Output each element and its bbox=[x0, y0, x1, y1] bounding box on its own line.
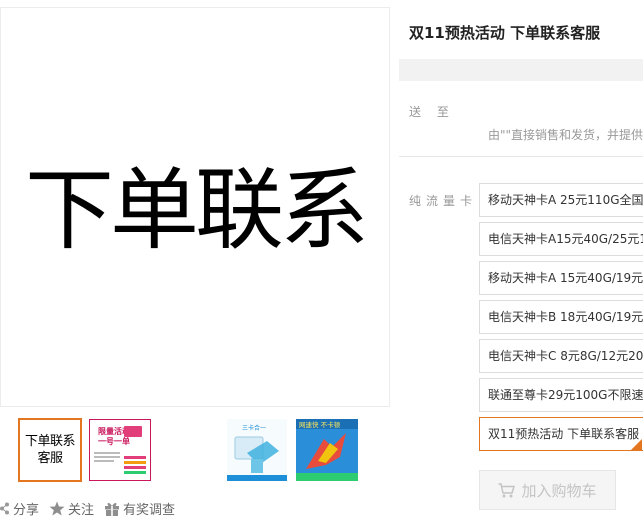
promo-bar bbox=[399, 59, 643, 81]
follow-action[interactable]: 关注 bbox=[49, 499, 94, 518]
option-item[interactable]: 电信天神卡C 8元8G/12元20G bbox=[479, 339, 643, 373]
thumbnail-1-line1: 下单联系 bbox=[24, 434, 76, 449]
thumbnail-3-title: 三卡合一 bbox=[242, 424, 266, 432]
divider bbox=[399, 156, 643, 157]
thumbnail-1[interactable]: 下单联系 客服 bbox=[18, 418, 82, 482]
star-icon bbox=[49, 501, 65, 515]
thumbnail-2-graphic: 限量活动 一号一单 bbox=[90, 420, 150, 480]
thumbnail-3-graphic: 三卡合一 bbox=[227, 419, 287, 481]
selected-corner-mark bbox=[630, 439, 642, 450]
add-to-cart-label: 加入购物车 bbox=[521, 481, 597, 500]
cart-icon bbox=[498, 482, 516, 497]
add-to-cart-button[interactable]: 加入购物车 bbox=[479, 470, 616, 510]
thumbnail-1-line2: 客服 bbox=[37, 451, 63, 466]
share-action[interactable]: 分享 bbox=[0, 499, 39, 518]
product-actions: 分享 关注 有奖调查 bbox=[0, 499, 185, 518]
option-item[interactable]: 移动天神卡A 25元110G全国流 bbox=[479, 183, 643, 217]
option-item[interactable]: 电信天神卡A15元40G/25元11 bbox=[479, 222, 643, 256]
share-icon bbox=[0, 502, 9, 514]
option-item[interactable]: 联通至尊卡29元100G不限速+ bbox=[479, 378, 643, 412]
ship-to-label: 送 至 bbox=[409, 105, 455, 119]
main-product-image: 下单联系 bbox=[0, 7, 390, 407]
thumbnail-2-title2: 一号一单 bbox=[98, 436, 130, 446]
follow-label: 关注 bbox=[68, 502, 95, 518]
option-selected-label: 双11预热活动 下单联系客服 bbox=[488, 427, 640, 441]
main-image-text: 下单联系 bbox=[25, 157, 369, 262]
thumbnail-2[interactable]: 限量活动 一号一单 bbox=[89, 419, 151, 481]
gift-icon bbox=[105, 502, 120, 516]
thumbnail-4[interactable]: 网速快 不卡顿 bbox=[296, 419, 358, 481]
thumbnail-4-graphic: 网速快 不卡顿 bbox=[296, 419, 358, 481]
survey-label: 有奖调查 bbox=[123, 502, 176, 518]
ship-note: 由""直接销售和发货，并提供 bbox=[488, 128, 643, 142]
thumbnail-4-title: 网速快 不卡顿 bbox=[299, 420, 341, 429]
option-item-selected[interactable]: 双11预热活动 下单联系客服 bbox=[479, 417, 643, 451]
option-item[interactable]: 电信天神卡B 18元40G/19元6 bbox=[479, 300, 643, 334]
survey-action[interactable]: 有奖调查 bbox=[104, 499, 175, 518]
product-title: 双11预热活动 下单联系客服 bbox=[409, 24, 601, 42]
option-item[interactable]: 移动天神卡A 15元40G/19元6 bbox=[479, 261, 643, 295]
option-label: 纯流量卡 bbox=[409, 194, 478, 208]
thumbnail-3[interactable]: 三卡合一 bbox=[227, 419, 287, 481]
share-label: 分享 bbox=[13, 502, 40, 518]
